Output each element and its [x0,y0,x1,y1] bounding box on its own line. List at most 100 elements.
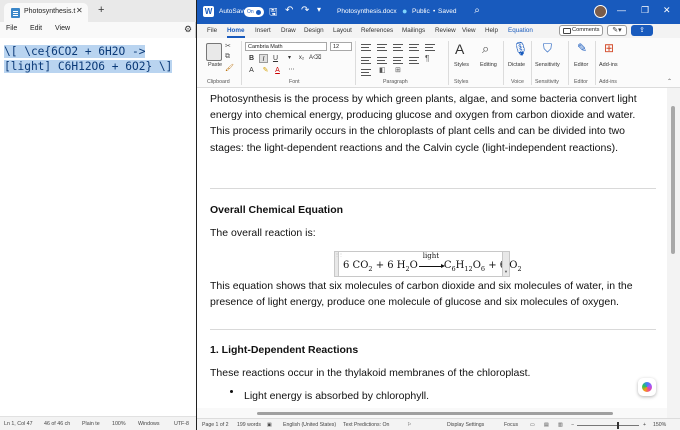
borders-icon[interactable]: ⊞ [395,66,401,74]
autosave-toggle[interactable]: On [244,7,264,17]
equation-handle-icon[interactable] [335,252,343,276]
maximize-icon[interactable]: ❐ [641,5,649,16]
save-icon[interactable]: 🖫 [269,5,278,22]
vertical-scrollbar[interactable] [667,88,680,418]
tab-references[interactable]: References [361,27,393,34]
tab-home[interactable]: Home [227,27,245,34]
editor-icon[interactable]: ✎ [577,41,587,55]
find-icon[interactable]: ⌕ [482,41,489,57]
sensitivity-button[interactable]: Sensitivity [535,62,560,68]
clear-format-icon[interactable]: A⌫ [309,54,322,63]
editing-button[interactable]: Editing [480,62,497,68]
collapse-ribbon-icon[interactable]: ⌃ [667,78,672,85]
increase-indent-icon[interactable] [425,44,435,51]
focus-button[interactable]: Focus [504,422,518,428]
editor-button[interactable]: Editor [574,62,588,68]
close-icon[interactable]: ✕ [663,5,671,16]
equation-container[interactable]: 6 CO2 + 6 H2Olight C6H12O6 + 6 O2 [334,251,522,277]
notepad-tab[interactable]: Photosynthesis.t ✕ [4,3,88,22]
font-color-icon[interactable]: A [273,66,282,75]
tab-design[interactable]: Design [304,27,324,34]
close-tab-icon[interactable]: ✕ [76,6,83,15]
zoom-percentage[interactable]: 150% [653,422,666,428]
zoom-in-icon[interactable]: + [643,422,646,428]
scrollbar-thumb[interactable] [257,412,613,415]
bold-button[interactable]: B [247,54,256,63]
tab-mailings[interactable]: Mailings [402,27,425,34]
pilcrow-icon[interactable]: ¶ [425,54,429,63]
shading-icon[interactable]: ◧ [379,66,386,74]
subscript-icon[interactable]: x₂ [297,54,306,63]
customize-toolbar-icon[interactable]: ▾ [317,5,321,14]
gear-icon[interactable]: ⚙ [184,24,192,35]
copy-icon[interactable]: ⧉ [225,53,230,61]
menu-view[interactable]: View [55,25,70,32]
new-tab-icon[interactable]: + [98,4,104,16]
share-button[interactable]: ⇪ [631,25,653,36]
justify-icon[interactable] [409,57,419,64]
align-center-icon[interactable] [377,57,387,64]
add-ins-button[interactable]: Add-ins [599,62,618,68]
italic-button[interactable]: I [259,54,268,63]
more-font-options-icon[interactable]: ▾ [285,54,294,63]
search-icon[interactable]: ⌕ [469,5,485,19]
font-name-dropdown[interactable]: Cambria Math [245,42,327,51]
font-size-dropdown[interactable]: 12 [330,42,352,51]
tab-layout[interactable]: Layout [333,27,352,34]
tab-equation[interactable]: Equation [508,27,533,34]
avatar[interactable] [594,5,607,18]
editing-mode-button[interactable]: ✎▾ [607,25,627,36]
tab-review[interactable]: Review [435,27,456,34]
zoom-out-icon[interactable]: − [571,422,574,428]
zoom-slider[interactable] [577,425,639,426]
language-status[interactable]: English (United States) [283,422,336,428]
highlight-icon[interactable]: ✎ [261,66,270,75]
add-ins-icon[interactable]: ⊞ [604,41,614,55]
web-layout-icon[interactable]: ▥ [558,422,563,428]
undo-icon[interactable]: ↶ [285,5,293,16]
document-canvas[interactable]: Photosynthesis is the process by which g… [197,88,667,418]
tab-insert[interactable]: Insert [255,27,271,34]
cut-icon[interactable]: ✂ [225,42,231,50]
notepad-text-area[interactable]: \[ \ce{6CO2 + 6H2O -> [light] C6H12O6 + … [0,38,196,416]
numbering-icon[interactable] [377,44,387,51]
more-font-icon[interactable]: ⋯ [287,66,296,75]
decrease-indent-icon[interactable] [409,44,419,51]
tab-view[interactable]: View [462,27,476,34]
page-count[interactable]: Page 1 of 2 [202,422,229,428]
proofing-icon[interactable]: ▣ [267,422,272,428]
tab-draw[interactable]: Draw [281,27,296,34]
read-mode-icon[interactable]: ▭ [530,422,535,428]
chemical-equation[interactable]: 6 CO2 + 6 H2Olight C6H12O6 + 6 O2 [343,252,522,273]
redo-icon[interactable]: ↷ [301,5,309,16]
horizontal-scrollbar[interactable] [197,408,667,418]
word-count[interactable]: 199 words [237,422,261,428]
minimize-icon[interactable]: — [617,5,626,15]
styles-button[interactable]: Styles [454,62,469,68]
styles-icon[interactable]: A [455,41,464,57]
format-painter-icon[interactable]: 🖌 [225,64,234,72]
dictate-button[interactable]: Dictate [508,62,525,68]
multilevel-list-icon[interactable] [393,44,403,51]
display-settings-button[interactable]: Display Settings [447,422,484,428]
sensitivity-icon[interactable]: ⛉ [543,41,552,56]
align-right-icon[interactable] [393,57,403,64]
scrollbar-thumb[interactable] [671,106,675,254]
tab-help[interactable]: Help [485,27,498,34]
menu-edit[interactable]: Edit [30,25,42,32]
bullets-icon[interactable] [361,44,371,51]
text-predictions-status[interactable]: Text Predictions: On [343,422,389,428]
copilot-icon[interactable] [638,378,656,396]
line-spacing-icon[interactable] [361,69,371,76]
text-effects-icon[interactable]: A [247,66,256,75]
accessibility-icon[interactable]: ⚐ [407,422,412,428]
equation-options-dropdown[interactable] [502,252,509,276]
underline-button[interactable]: U [271,54,280,63]
zoom-slider-handle[interactable] [617,422,619,429]
paste-icon[interactable] [206,43,222,61]
align-left-icon[interactable] [361,57,371,64]
paste-button[interactable]: Paste [208,62,222,68]
microphone-icon[interactable]: 🎙 [512,41,529,57]
comments-button[interactable]: Comments [559,25,603,36]
menu-file[interactable]: File [6,25,17,32]
